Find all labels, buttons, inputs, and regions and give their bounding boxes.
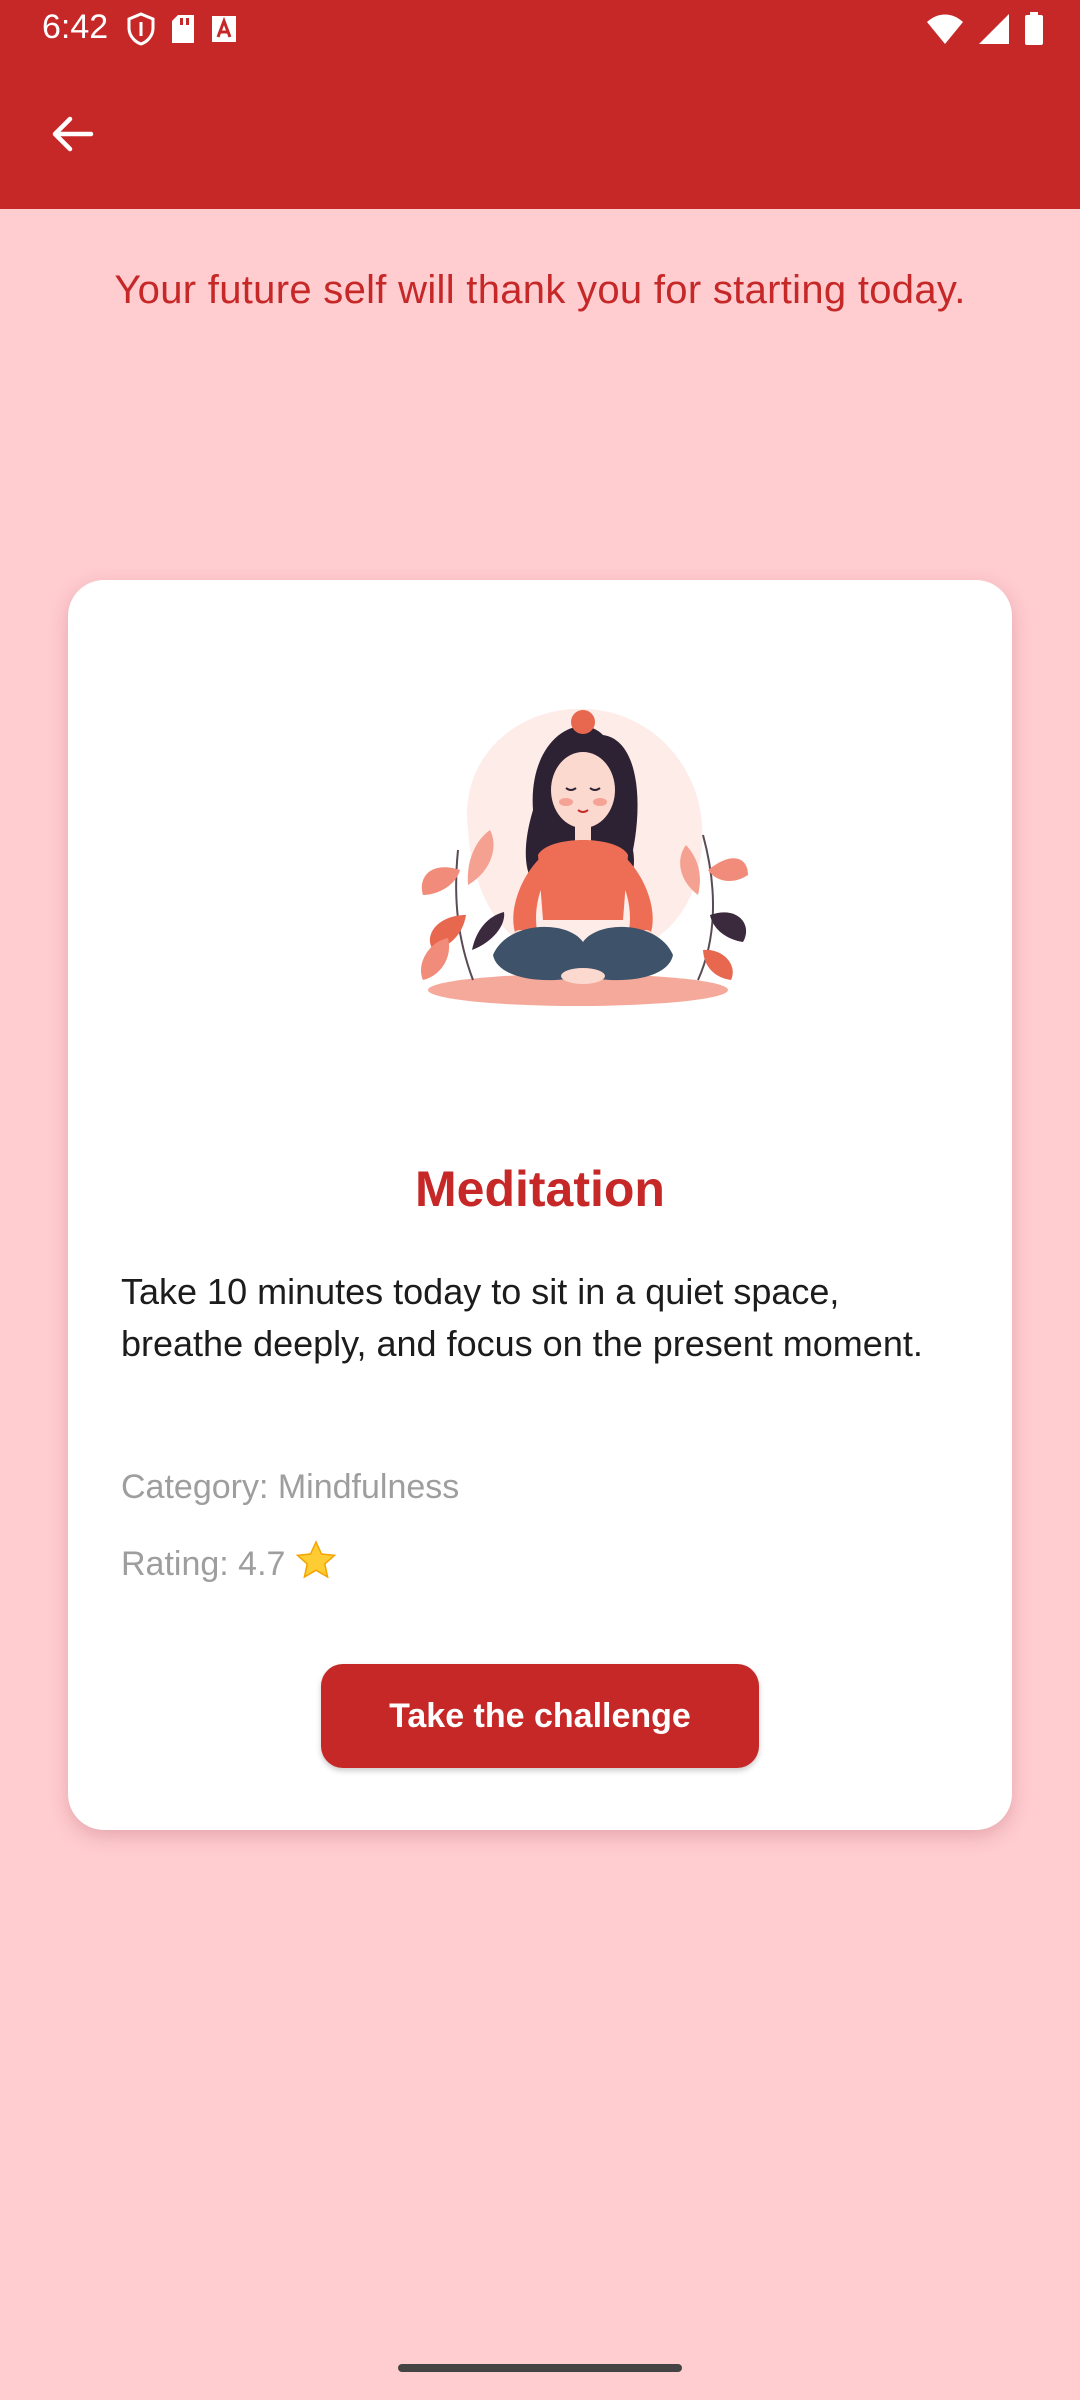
challenge-card: Meditation Take 10 minutes today to sit …: [68, 580, 1012, 1830]
back-button[interactable]: [36, 100, 108, 172]
challenge-title: Meditation: [415, 1161, 665, 1217]
shield-icon: [126, 12, 156, 51]
signal-icon: [978, 13, 1010, 50]
challenge-rating: Rating: 4.7: [121, 1540, 337, 1589]
challenge-category: Category: Mindfulness: [121, 1468, 460, 1506]
sd-card-icon: [170, 13, 196, 50]
star-icon: [295, 1540, 337, 1589]
motivation-text: Your future self will thank you for star…: [114, 268, 966, 312]
challenge-description: Take 10 minutes today to sit in a quiet …: [121, 1271, 923, 1364]
rating-text: Rating: 4.7: [121, 1545, 286, 1583]
app-bar: [0, 62, 1080, 209]
status-time: 6:42: [42, 8, 109, 46]
battery-icon: [1024, 12, 1044, 51]
status-icons-right: [926, 12, 1044, 51]
meditation-illustration: [398, 680, 758, 1040]
status-icons-left: [126, 12, 238, 51]
home-indicator[interactable]: [398, 2364, 682, 2372]
status-bar: 6:42: [0, 0, 1080, 62]
take-challenge-button[interactable]: Take the challenge: [321, 1664, 759, 1768]
arrow-left-icon: [49, 111, 95, 162]
font-a-icon: [210, 14, 238, 49]
wifi-icon: [926, 13, 964, 50]
